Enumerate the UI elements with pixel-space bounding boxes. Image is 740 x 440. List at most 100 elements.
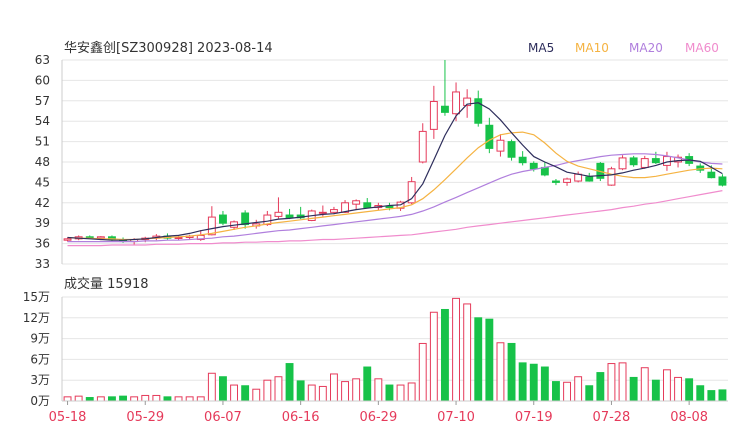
candle-body-down xyxy=(718,176,727,186)
volume-bar-up xyxy=(318,385,327,402)
volume-bar-down xyxy=(241,385,250,402)
volume-bar-down xyxy=(507,342,516,402)
candle-body-up xyxy=(207,216,216,236)
candle-body-up xyxy=(63,238,72,241)
candle-body-down xyxy=(219,214,227,224)
volume-bar-up xyxy=(452,297,460,402)
candle xyxy=(363,198,372,209)
volume-bar-down xyxy=(108,396,116,402)
price-y-tick: 63 xyxy=(35,53,50,67)
candle-body-down xyxy=(707,171,716,179)
candle-body-down xyxy=(651,158,660,164)
volume-bar-down xyxy=(540,366,549,402)
volume-bar-up xyxy=(374,378,383,402)
volume-bar-up xyxy=(196,396,205,402)
candle xyxy=(485,117,494,154)
candle xyxy=(552,179,560,186)
candle xyxy=(640,155,649,169)
x-tick-label: 06-07 xyxy=(204,410,242,425)
price-y-tick: 57 xyxy=(35,94,50,108)
volume-bar-up xyxy=(141,394,150,402)
volume-bar-down xyxy=(718,389,727,402)
legend-ma5: MA5 xyxy=(528,41,554,55)
volume-y-tick: 0万 xyxy=(30,394,50,408)
volume-y-tick: 15万 xyxy=(23,290,50,304)
price-y-tick: 36 xyxy=(35,237,50,251)
volume-label-text: 成交量 xyxy=(64,276,103,292)
candle-body-up xyxy=(274,211,283,217)
volume-bar-down xyxy=(685,378,694,402)
candle-body-up xyxy=(496,139,505,152)
volume-bar-down xyxy=(363,366,372,402)
candle-body-up xyxy=(452,91,460,115)
volume-bar-up xyxy=(663,369,671,402)
volume-bar-down xyxy=(629,376,638,402)
candle xyxy=(574,171,583,183)
candle-body-down xyxy=(385,205,394,209)
volume-y-axis: 15万 12万 9万 6万 3万 0万 xyxy=(23,290,50,408)
candle-body-down xyxy=(540,166,549,176)
legend-ma10: MA10 xyxy=(575,41,609,55)
candle xyxy=(474,90,483,127)
volume-bar-up xyxy=(352,378,361,402)
volume-bar-down xyxy=(385,384,394,402)
x-tick-label: 05-18 xyxy=(49,410,87,425)
price-y-tick: 39 xyxy=(35,216,50,230)
candle xyxy=(219,210,227,226)
price-y-tick: 60 xyxy=(35,73,50,87)
volume-bar-down xyxy=(529,363,538,402)
candle-body-up xyxy=(352,200,361,205)
moving-averages xyxy=(67,102,723,247)
volume-bars xyxy=(63,297,727,402)
legend-ma60: MA60 xyxy=(685,41,719,55)
candle-body-up xyxy=(318,211,327,214)
candle-body-down xyxy=(518,156,527,164)
volume-bar-up xyxy=(207,372,216,402)
candle-body-up xyxy=(174,236,183,239)
price-y-tick: 51 xyxy=(35,135,50,149)
volume-bar-down xyxy=(285,363,294,402)
candle xyxy=(396,200,405,211)
candle xyxy=(563,177,571,186)
candle-body-down xyxy=(585,176,594,182)
candle xyxy=(418,123,427,164)
candle-body-down xyxy=(485,124,494,149)
candle xyxy=(241,210,250,229)
candle xyxy=(651,151,660,165)
candle xyxy=(607,166,616,186)
volume-bar-up xyxy=(618,362,627,402)
volume-bar-down xyxy=(485,318,494,402)
candle-body-down xyxy=(529,162,538,170)
price-y-tick: 54 xyxy=(35,114,50,128)
volume-bar-down xyxy=(474,317,483,402)
volume-bar-up xyxy=(252,388,261,402)
volume-bar-up xyxy=(174,396,183,402)
candle xyxy=(585,172,594,182)
candle xyxy=(274,197,283,219)
x-tick-label: 07-10 xyxy=(437,410,475,425)
volume-bar-up xyxy=(74,395,83,402)
candle-body-down xyxy=(285,214,294,219)
candle-body-up xyxy=(429,100,438,130)
volume-bar-up xyxy=(674,376,682,402)
volume-bar-down xyxy=(696,385,705,402)
volume-label: 成交量 15918 xyxy=(64,276,149,292)
price-y-tick: 33 xyxy=(35,257,50,271)
volume-bar-up xyxy=(330,373,338,402)
volume-bar-down xyxy=(707,390,716,402)
candle-body-down xyxy=(441,105,449,113)
volume-bar-up xyxy=(640,367,649,402)
candle-body-down xyxy=(363,202,372,209)
price-y-tick: 42 xyxy=(35,196,50,210)
volume-bar-down xyxy=(596,372,605,402)
chart-title: 华安鑫创[SZ300928] 2023-08-14 xyxy=(64,40,273,56)
volume-bar-down xyxy=(585,385,594,402)
volume-bar-up xyxy=(418,342,427,402)
candle-body-down xyxy=(552,180,560,183)
volume-y-tick: 6万 xyxy=(30,352,50,366)
candle xyxy=(352,199,361,210)
volume-y-tick: 12万 xyxy=(23,311,50,325)
candle xyxy=(252,219,261,229)
volume-bar-up xyxy=(341,381,349,402)
candle xyxy=(496,134,505,157)
